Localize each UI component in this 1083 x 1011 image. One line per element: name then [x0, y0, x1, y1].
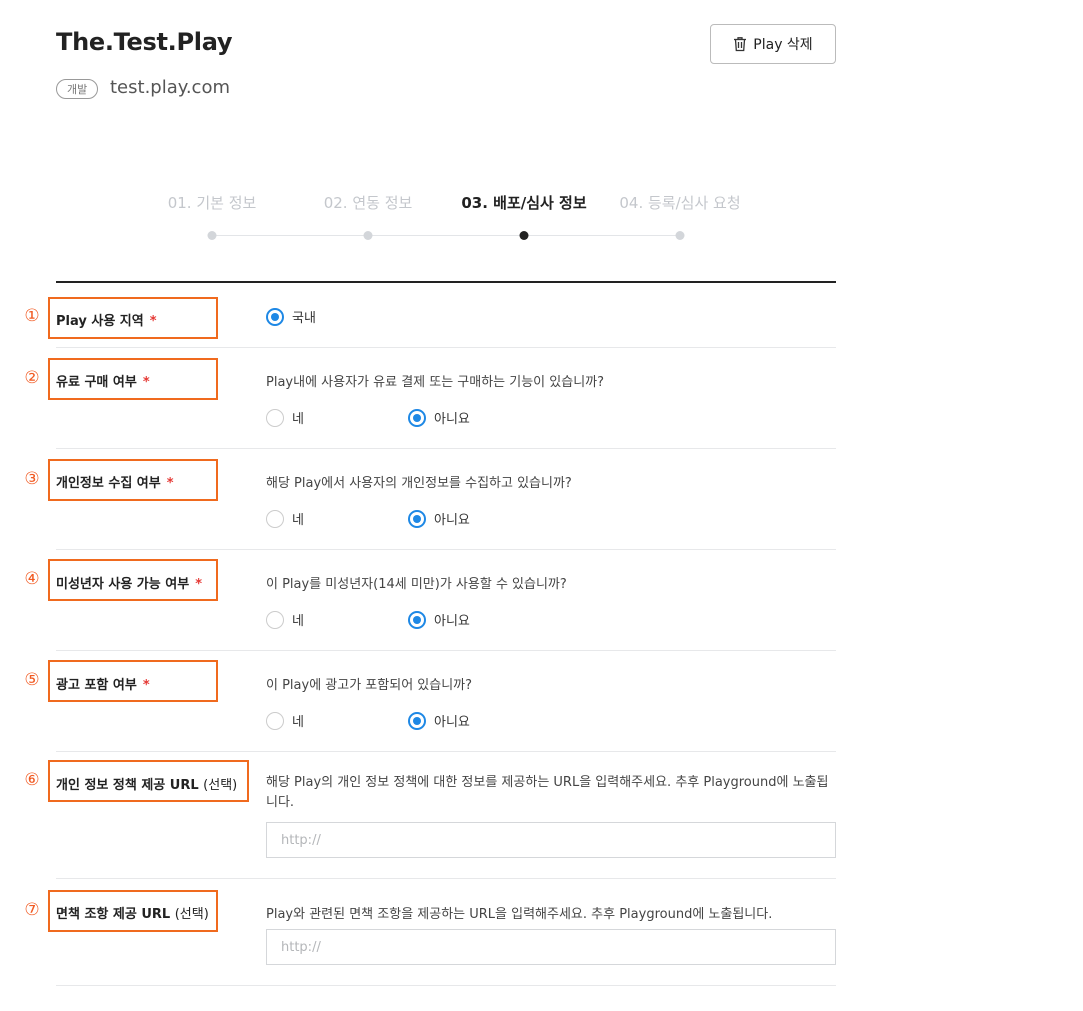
radio-region-domestic[interactable]: 국내 [266, 307, 316, 326]
radio-selected-icon [408, 610, 426, 629]
disclaimer-url-input[interactable] [266, 929, 836, 965]
step-dot-4 [675, 231, 685, 240]
question-ads: 이 Play에 광고가 포함되어 있습니까? [266, 678, 473, 693]
delete-play-label: Play 삭제 [753, 37, 813, 53]
marker-7: ⑦ [24, 900, 40, 920]
play-domain: test.play.com [110, 77, 230, 98]
step-basic-info[interactable]: 01. 기본 정보 [168, 192, 257, 213]
radio-personal-yes[interactable]: 네 [266, 509, 304, 528]
step-deploy-review-info[interactable]: 03. 배포/심사 정보 [461, 192, 586, 213]
radio-ads-no[interactable]: 아니요 [408, 711, 470, 730]
radio-paid-no[interactable]: 아니요 [408, 408, 470, 427]
radio-personal-no[interactable]: 아니요 [408, 509, 470, 528]
field-label-ads: 광고 포함 여부 * [56, 678, 150, 693]
question-disclaimer-url: Play와 관련된 면책 조항을 제공하는 URL을 입력해주세요. 추후 Pl… [266, 907, 773, 922]
row-divider [56, 448, 836, 449]
radio-minor-no[interactable]: 아니요 [408, 610, 470, 629]
radio-selected-icon [408, 711, 426, 730]
row-divider [56, 650, 836, 651]
field-label-personal-info: 개인정보 수집 여부 * [56, 476, 174, 491]
marker-3: ③ [24, 469, 40, 489]
step-integration-info[interactable]: 02. 연동 정보 [324, 192, 413, 213]
radio-selected-icon [408, 408, 426, 427]
row-divider [56, 347, 836, 348]
env-badge: 개발 [56, 79, 99, 99]
row-divider [56, 751, 836, 752]
step-register-review-request[interactable]: 04. 등록/심사 요청 [619, 192, 740, 213]
marker-5: ⑤ [24, 670, 40, 690]
stepper-track [212, 235, 680, 236]
marker-1: ① [24, 306, 40, 326]
field-label-minor-use: 미성년자 사용 가능 여부 * [56, 577, 202, 592]
row-divider [56, 549, 836, 550]
radio-minor-yes[interactable]: 네 [266, 610, 304, 629]
radio-unselected-icon [266, 408, 284, 427]
question-personal-info: 해당 Play에서 사용자의 개인정보를 수집하고 있습니까? [266, 476, 572, 491]
radio-unselected-icon [266, 711, 284, 730]
row-divider [56, 878, 836, 879]
delete-play-button[interactable]: Play 삭제 [710, 24, 836, 64]
step-dot-3 [519, 231, 529, 240]
question-paid-purchase: Play내에 사용자가 유료 결제 또는 구매하는 기능이 있습니까? [266, 375, 605, 390]
question-privacy-url: 해당 Play의 개인 정보 정책에 대한 정보를 제공하는 URL을 입력해주… [266, 775, 829, 810]
radio-selected-icon [408, 509, 426, 528]
field-label-privacy-url: 개인 정보 정책 제공 URL (선택) [56, 778, 238, 793]
marker-6: ⑥ [24, 770, 40, 790]
field-label-disclaimer-url: 면책 조항 제공 URL (선택) [56, 907, 209, 922]
radio-unselected-icon [266, 509, 284, 528]
radio-paid-yes[interactable]: 네 [266, 408, 304, 427]
marker-2: ② [24, 368, 40, 388]
privacy-url-input[interactable] [266, 822, 836, 858]
radio-unselected-icon [266, 610, 284, 629]
field-label-paid-purchase: 유료 구매 여부 * [56, 375, 150, 390]
row-divider [56, 985, 836, 986]
marker-4: ④ [24, 569, 40, 589]
step-dot-2 [363, 231, 373, 240]
radio-selected-icon [266, 307, 284, 326]
field-label-region: Play 사용 지역 * [56, 314, 157, 329]
page-title: The.Test.Play [56, 28, 233, 56]
step-dot-1 [207, 231, 217, 240]
question-minor-use: 이 Play를 미성년자(14세 미만)가 사용할 수 있습니까? [266, 577, 567, 592]
radio-ads-yes[interactable]: 네 [266, 711, 304, 730]
form-top-rule [56, 281, 836, 283]
trash-icon [733, 36, 747, 52]
